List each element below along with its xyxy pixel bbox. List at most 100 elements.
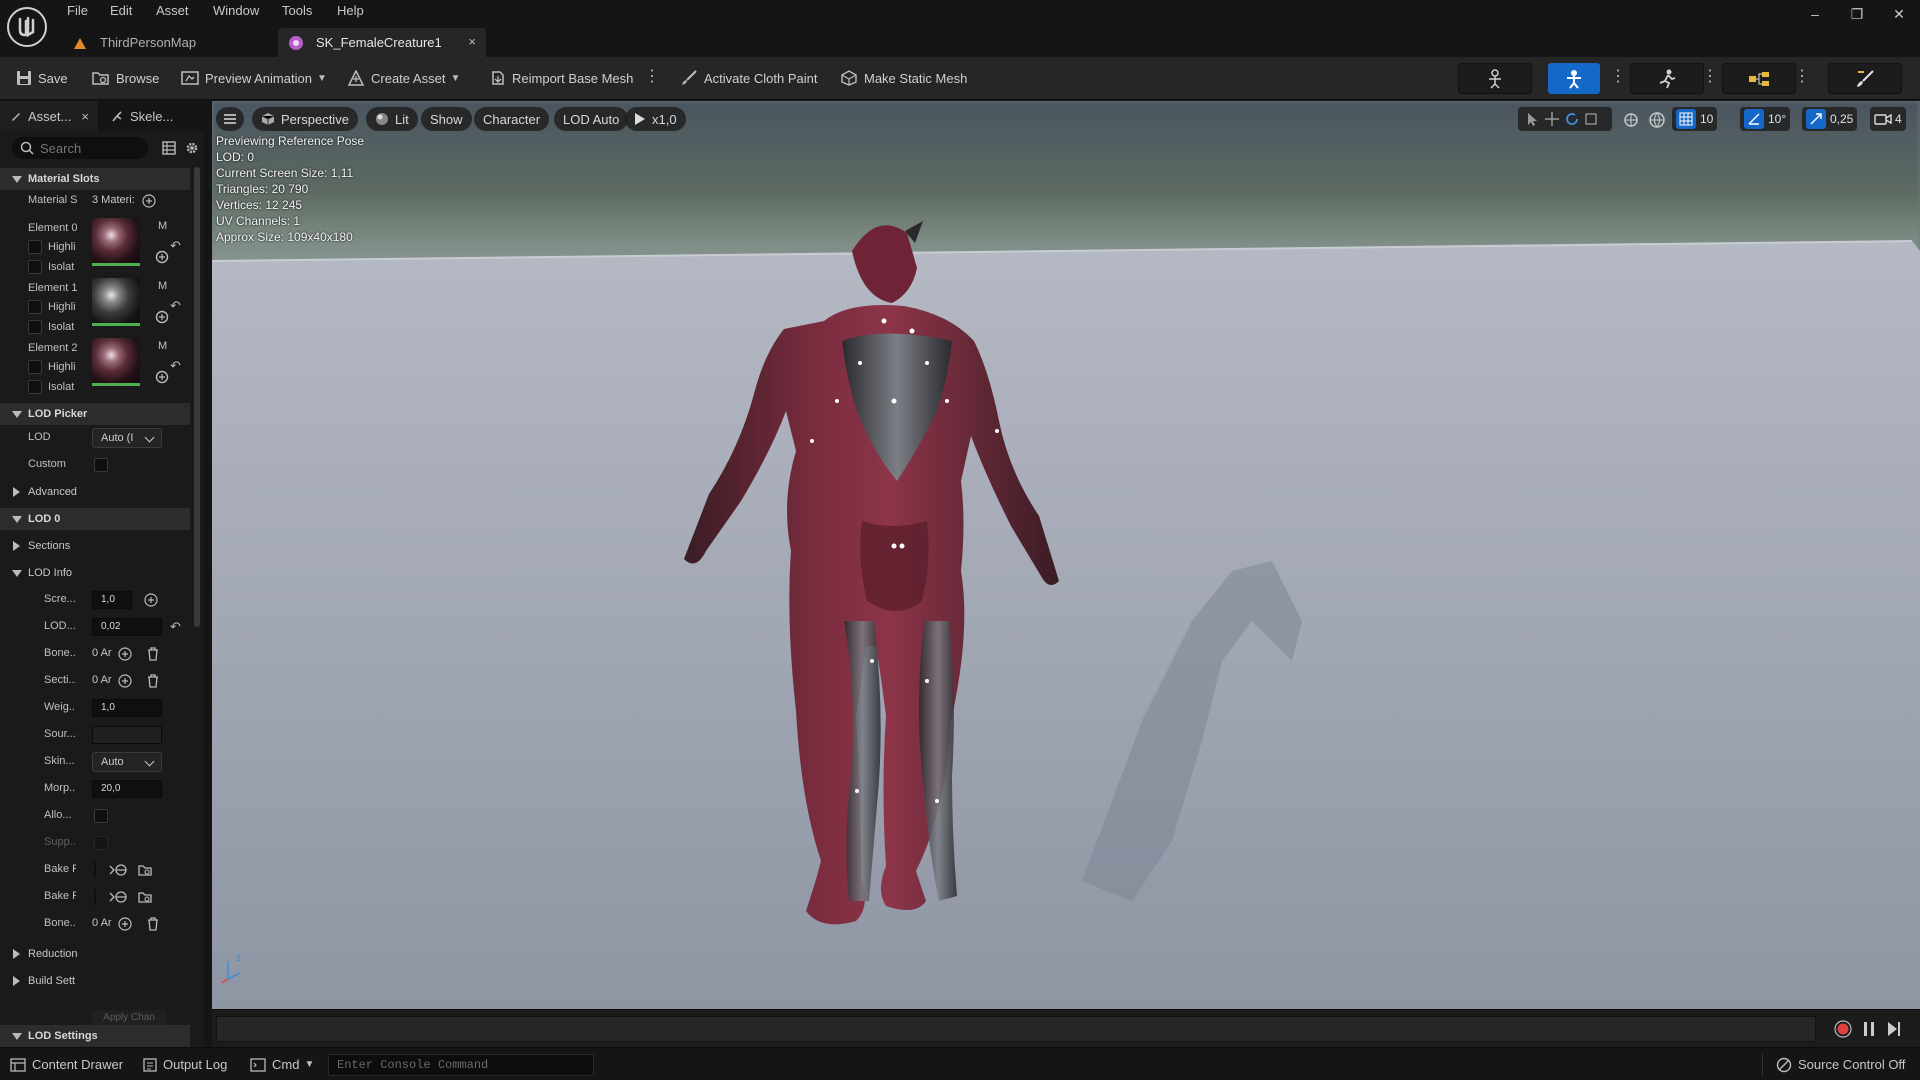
cmd-dropdown[interactable]: Cmd ▼ xyxy=(250,1048,314,1080)
content-drawer-button[interactable]: Content Drawer xyxy=(10,1048,123,1080)
bake-pose-field[interactable] xyxy=(94,889,96,905)
browse-folder-icon[interactable] xyxy=(138,890,152,904)
custom-checkbox[interactable] xyxy=(94,458,108,472)
add-icon[interactable] xyxy=(144,593,158,607)
highlight-checkbox[interactable] xyxy=(28,300,42,314)
unreal-logo[interactable] xyxy=(6,6,48,48)
console-command-field[interactable] xyxy=(328,1054,594,1076)
skeleton-mode-button[interactable] xyxy=(1458,63,1532,94)
rotate-icon[interactable] xyxy=(1562,111,1582,127)
table-view-icon[interactable] xyxy=(162,141,176,155)
step-forward-icon[interactable] xyxy=(1886,1020,1902,1038)
isolate-checkbox[interactable] xyxy=(28,380,42,394)
world-space-icon[interactable] xyxy=(1648,111,1666,129)
allow-checkbox[interactable] xyxy=(94,809,108,823)
close-panel-tab-icon[interactable]: × xyxy=(81,109,89,124)
blueprint-mode-options-icon[interactable]: ⋮ xyxy=(1794,66,1810,88)
scale-icon[interactable] xyxy=(1582,111,1602,127)
lod-select[interactable]: Auto (I xyxy=(92,428,162,448)
record-icon[interactable] xyxy=(1834,1020,1852,1038)
trash-icon[interactable] xyxy=(146,647,160,661)
preview-animation-dropdown[interactable]: Preview Animation ▼ xyxy=(181,67,327,89)
category-lod-0[interactable]: LOD 0 xyxy=(0,508,190,530)
highlight-checkbox[interactable] xyxy=(28,240,42,254)
tab-skeleton-tree[interactable]: Skele... xyxy=(100,101,196,131)
tab-third-person-map[interactable]: ThirdPersonMap xyxy=(62,28,272,57)
make-static-mesh-button[interactable]: Make Static Mesh xyxy=(840,67,967,89)
translate-icon[interactable] xyxy=(1542,111,1562,127)
reset-icon[interactable]: ↶ xyxy=(170,619,184,634)
browse-asset-icon[interactable] xyxy=(155,310,169,324)
reimport-base-mesh-button[interactable]: Reimport Base Mesh xyxy=(490,67,633,89)
surface-snapping-icon[interactable] xyxy=(1622,111,1640,129)
material-thumbnail[interactable] xyxy=(92,338,140,386)
grid-snap-control[interactable]: 10 xyxy=(1672,107,1718,131)
lod-hysteresis-field[interactable]: 0,02 xyxy=(92,618,162,636)
add-icon[interactable] xyxy=(118,647,132,661)
lod-info-section[interactable]: LOD Info xyxy=(0,562,190,584)
isolate-checkbox[interactable] xyxy=(28,260,42,274)
reimport-options-icon[interactable]: ⋮ xyxy=(644,66,660,88)
playback-speed-button[interactable]: x1,0 xyxy=(625,107,686,131)
pause-icon[interactable] xyxy=(1862,1020,1876,1038)
reduction-section[interactable]: Reduction xyxy=(0,943,190,965)
use-selected-icon[interactable] xyxy=(108,890,128,904)
animation-mode-options-icon[interactable]: ⋮ xyxy=(1702,66,1718,88)
gear-icon[interactable] xyxy=(185,141,199,155)
rotation-snap-control[interactable]: 10° xyxy=(1740,107,1791,131)
details-search[interactable] xyxy=(12,137,148,159)
select-icon[interactable] xyxy=(1522,111,1542,127)
trash-icon[interactable] xyxy=(146,674,160,688)
source-control-button[interactable]: Source Control Off xyxy=(1776,1048,1905,1080)
browse-asset-icon[interactable] xyxy=(155,370,169,384)
add-icon[interactable] xyxy=(118,917,132,931)
browse-button[interactable]: Browse xyxy=(92,67,159,89)
isolate-checkbox[interactable] xyxy=(28,320,42,334)
close-window-button[interactable]: ✕ xyxy=(1884,6,1914,23)
restore-button[interactable]: ❐ xyxy=(1842,6,1872,23)
activate-cloth-paint-button[interactable]: Activate Cloth Paint xyxy=(680,67,817,89)
menu-asset[interactable]: Asset xyxy=(156,3,189,18)
close-tab-icon[interactable]: × xyxy=(468,34,476,49)
viewport-options-button[interactable] xyxy=(216,107,244,131)
reset-icon[interactable]: ↶ xyxy=(170,238,184,253)
show-button[interactable]: Show xyxy=(421,107,472,131)
mesh-mode-options-icon[interactable]: ⋮ xyxy=(1610,66,1626,88)
advanced-section[interactable]: Advanced xyxy=(0,481,190,503)
browse-folder-icon[interactable] xyxy=(138,863,152,877)
console-input[interactable] xyxy=(329,1055,593,1075)
weight-field[interactable]: 1,0 xyxy=(92,699,162,717)
perspective-button[interactable]: Perspective xyxy=(252,107,358,131)
material-thumbnail[interactable] xyxy=(92,218,140,266)
create-asset-dropdown[interactable]: Create Asset ▼ xyxy=(347,67,460,89)
lit-button[interactable]: Lit xyxy=(366,107,418,131)
menu-edit[interactable]: Edit xyxy=(110,3,132,18)
sections-section[interactable]: Sections xyxy=(0,535,190,557)
timeline-track[interactable] xyxy=(216,1016,1816,1042)
morph-field[interactable]: 20,0 xyxy=(92,780,162,798)
lod-auto-button[interactable]: LOD Auto xyxy=(554,107,629,131)
output-log-button[interactable]: Output Log xyxy=(143,1048,227,1080)
bake-pose-field[interactable] xyxy=(94,862,96,878)
build-settings-section[interactable]: Build Sett xyxy=(0,970,190,992)
use-selected-icon[interactable] xyxy=(108,863,128,877)
menu-file[interactable]: File xyxy=(67,3,88,18)
mesh-mode-button[interactable] xyxy=(1548,63,1600,94)
skin-cache-select[interactable]: Auto xyxy=(92,752,162,772)
save-button[interactable]: Save xyxy=(16,67,68,89)
trash-icon[interactable] xyxy=(146,917,160,931)
menu-window[interactable]: Window xyxy=(213,3,259,18)
menu-help[interactable]: Help xyxy=(337,3,364,18)
highlight-checkbox[interactable] xyxy=(28,360,42,374)
character-button[interactable]: Character xyxy=(474,107,550,131)
apply-changes-button[interactable]: Apply Chan xyxy=(92,1010,166,1026)
scale-snap-control[interactable]: 0,25 xyxy=(1802,107,1858,131)
screen-size-field[interactable]: 1,0 xyxy=(92,591,132,609)
reset-icon[interactable]: ↶ xyxy=(170,358,184,373)
search-input[interactable] xyxy=(40,140,140,156)
animation-mode-button[interactable] xyxy=(1630,63,1704,94)
details-scrollbar[interactable] xyxy=(194,167,200,627)
category-lod-settings[interactable]: LOD Settings xyxy=(0,1025,190,1047)
browse-asset-icon[interactable] xyxy=(155,250,169,264)
blueprint-mode-button[interactable] xyxy=(1722,63,1796,94)
